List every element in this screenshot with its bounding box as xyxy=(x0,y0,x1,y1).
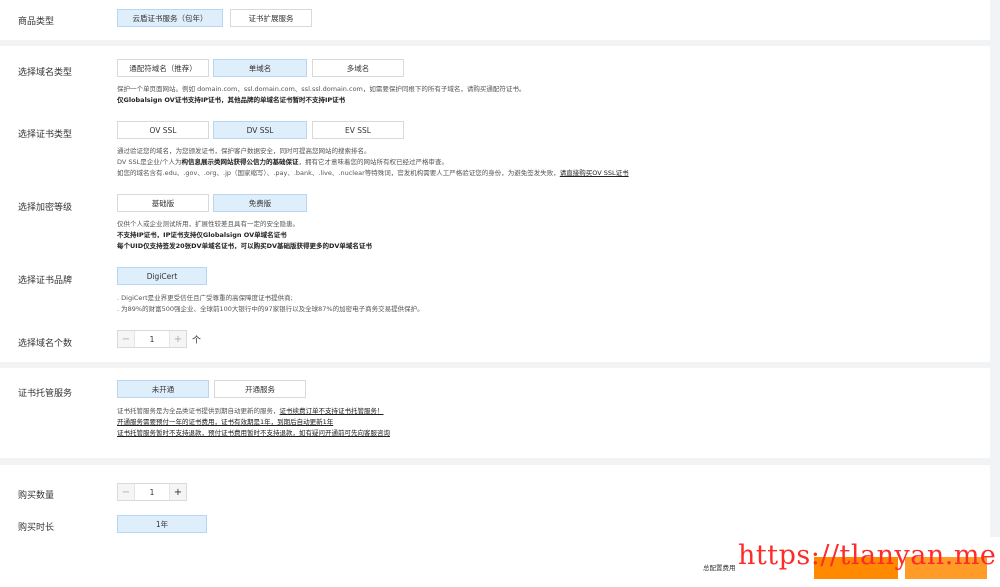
option-duration-1-year[interactable]: 1年 xyxy=(117,515,207,533)
cert-type-label: 选择证书类型 xyxy=(18,130,73,140)
brand-desc: . DigiCert是业界更受信任且广受尊重的高保障度证书提供商; . 为89%… xyxy=(117,294,424,313)
option-ov-ssl[interactable]: OV SSL xyxy=(117,121,209,139)
option-hosting-not-enabled[interactable]: 未开通 xyxy=(117,380,209,398)
option-dv-ssl[interactable]: DV SSL xyxy=(213,121,307,139)
option-multi-domain[interactable]: 多域名 xyxy=(312,59,404,77)
option-single-domain[interactable]: 单域名 xyxy=(213,59,307,77)
option-cert-extension-service[interactable]: 证书扩展服务 xyxy=(230,9,312,27)
option-cloud-cert-service[interactable]: 云盾证书服务（包年） xyxy=(117,9,223,27)
domain-count-unit: 个 xyxy=(192,336,202,346)
domain-count-label: 选择域名个数 xyxy=(18,339,73,349)
purchase-qty-minus-button[interactable]: − xyxy=(118,484,134,500)
product-type-label: 商品类型 xyxy=(18,17,55,27)
domain-type-label: 选择域名类型 xyxy=(18,68,73,78)
option-wildcard-domain[interactable]: 通配符域名（推荐） xyxy=(117,59,209,77)
option-ev-ssl[interactable]: EV SSL xyxy=(312,121,404,139)
domain-count-plus-button[interactable]: + xyxy=(170,331,186,347)
hosting-desc: 证书托管服务是为全品类证书提供到期自动更新的服务，证书续费订单不支持证书托管服务… xyxy=(117,407,390,437)
option-digicert[interactable]: DigiCert xyxy=(117,267,207,285)
cert-brand-label: 选择证书品牌 xyxy=(18,276,73,286)
watermark: https://tlanyan.me xyxy=(738,540,997,571)
buy-ov-ssl-link[interactable]: 请直接购买OV SSL证书 xyxy=(560,169,629,177)
option-basic-edition[interactable]: 基础版 xyxy=(117,194,209,212)
cert-type-desc: 通过验证您的域名，为您颁发证书，保护客户数据安全，同时可提高您网站的搜索排名。 … xyxy=(117,147,629,177)
option-free-edition[interactable]: 免费版 xyxy=(213,194,307,212)
purchase-qty-stepper: − 1 + xyxy=(117,483,187,501)
domain-count-minus-button[interactable]: − xyxy=(118,331,134,347)
encryption-desc: 仅供个人或企业测试所用，扩展性较差且具有一定的安全隐患。 不支持IP证书，IP证… xyxy=(117,220,372,250)
purchase-qty-label: 购买数量 xyxy=(18,491,55,501)
domain-count-stepper: − 1 + xyxy=(117,330,187,348)
purchase-qty-plus-button[interactable]: + xyxy=(170,484,186,500)
duration-label: 购买时长 xyxy=(18,523,55,533)
domain-type-desc: 保护一个单页面网站。例如 domain.com、ssl.domain.com、s… xyxy=(117,85,526,104)
total-cost-label: 总配置费用 xyxy=(703,564,736,572)
hosting-service-label: 证书托管服务 xyxy=(18,389,73,399)
encryption-level-label: 选择加密等级 xyxy=(18,203,73,213)
option-hosting-enable[interactable]: 开通服务 xyxy=(214,380,306,398)
purchase-qty-input[interactable]: 1 xyxy=(134,484,170,500)
domain-count-input[interactable]: 1 xyxy=(134,331,170,347)
